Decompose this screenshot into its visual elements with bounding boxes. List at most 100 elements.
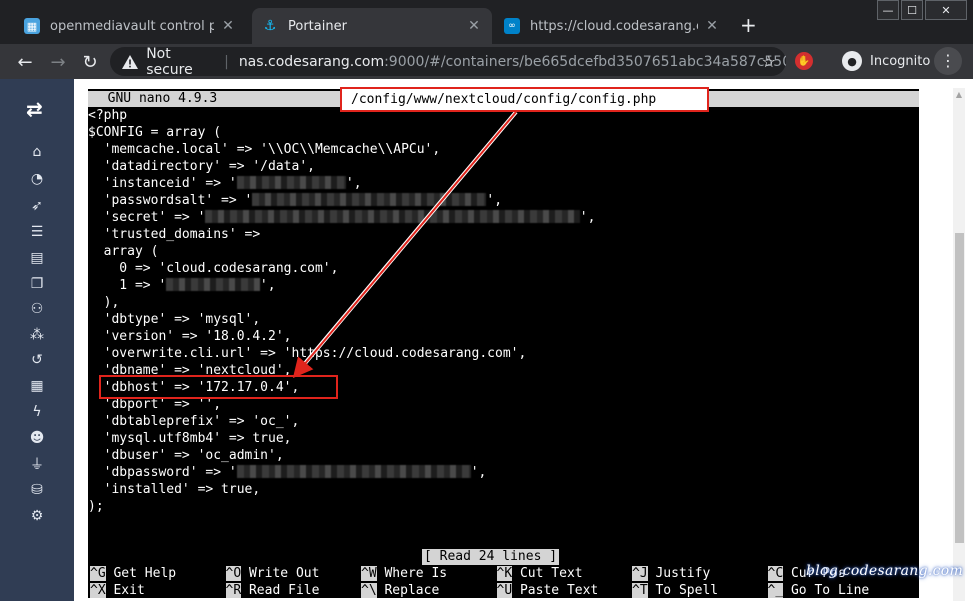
stacks-icon[interactable]: ☰ — [28, 223, 46, 241]
code-text: ', — [579, 210, 596, 225]
shortcut-item: ^U Paste Text — [496, 582, 599, 599]
code-text: ), — [88, 295, 120, 310]
nextcloud-icon: ∞ — [504, 18, 520, 34]
new-tab-button[interactable]: + — [740, 14, 757, 36]
separator: | — [224, 53, 229, 70]
status-message: [ Read 24 lines ] — [422, 549, 560, 565]
redacted-value — [166, 278, 260, 291]
dashboard-icon[interactable]: ◔ — [28, 170, 46, 188]
shortcut-key: ^G — [90, 566, 106, 581]
home-icon[interactable]: ⌂ — [28, 143, 46, 161]
file-contents[interactable]: <?php $CONFIG = array ( 'memcache.local' … — [88, 107, 919, 515]
code-text: 'memcache.local' => '\\OC\\Memcache\\APC… — [88, 142, 441, 157]
extensions-icon[interactable]: ϟ — [28, 403, 46, 421]
containers-icon[interactable]: ▤ — [28, 249, 46, 267]
redacted-value — [236, 176, 346, 189]
page-scrollbar[interactable]: ▲ — [953, 88, 965, 601]
registries-icon[interactable]: ⛁ — [28, 481, 46, 499]
shortcut-key: ^W — [361, 566, 377, 581]
url-host: nas.codesarang.com — [238, 53, 385, 70]
shortcut-key: ^K — [496, 566, 513, 581]
shortcut-label: Justify — [647, 566, 711, 581]
shortcut-key: ^_ — [767, 583, 784, 598]
tab-openmediavault[interactable]: ▦ openmediavault control panel - o ✕ — [14, 8, 246, 44]
shortcut-item: ^\ Replace — [361, 582, 439, 599]
code-text: 'mysql.utf8mb4' => true, — [88, 431, 292, 446]
code-line: 'dbpassword' => ' ', — [88, 464, 919, 481]
code-text: 'trusted_domains' => — [88, 227, 261, 242]
scroll-thumb[interactable] — [955, 233, 964, 543]
networks-icon[interactable]: ⚇ — [28, 300, 46, 318]
settings-icon[interactable]: ⚙ — [28, 507, 46, 525]
close-tab-icon[interactable]: ✕ — [704, 18, 720, 34]
shortcut-item: ^X Exit — [90, 582, 145, 599]
tab-portainer[interactable]: ⚓ Portainer ✕ — [252, 8, 492, 44]
code-text: 'passwordsalt' => ' — [88, 193, 253, 208]
host-icon[interactable]: ▦ — [28, 377, 46, 395]
url-path: :9000/#/containers/be665dcefbd3507651abc… — [384, 53, 786, 70]
reload-button[interactable]: ↻ — [77, 49, 103, 75]
code-line: 0 => 'cloud.codesarang.com', — [88, 260, 919, 277]
watermark: blog.codesarang.com — [806, 563, 964, 579]
shortcut-row: ^X Exit ^R Read File ^\ Replace ^U Paste Te… — [88, 582, 919, 599]
endpoints-icon[interactable]: ⏚ — [28, 455, 46, 473]
close-window-button[interactable]: ✕ — [925, 0, 967, 20]
dbhost-highlight-box — [99, 375, 338, 399]
shortcut-label: Paste Text — [512, 583, 599, 598]
scroll-up-icon[interactable]: ▲ — [954, 90, 964, 100]
browser-menu-button[interactable]: ⋮ — [934, 47, 962, 75]
shortcut-label: Write Out — [241, 566, 320, 581]
shortcut-key: ^R — [225, 583, 242, 598]
sidebar-toggle-icon[interactable]: ⇄ — [26, 99, 48, 119]
code-text: 'dbtype' => 'mysql', — [88, 312, 261, 327]
code-text: 'secret' => ' — [88, 210, 206, 225]
code-line: 'trusted_domains' => — [88, 226, 919, 243]
users-icon[interactable]: ☻ — [28, 429, 46, 447]
address-bar[interactable]: Not secure | nas.codesarang.com :9000/#/… — [110, 46, 786, 78]
code-text: 'instanceid' => ' — [88, 176, 237, 191]
code-text: 'dbport' => '', — [88, 397, 222, 412]
bookmark-star-icon[interactable]: ☆ — [762, 52, 776, 71]
images-icon[interactable]: ❐ — [28, 275, 46, 293]
back-button[interactable]: ← — [12, 49, 38, 75]
security-label[interactable]: Not secure — [146, 46, 214, 78]
tab-nextcloud[interactable]: ∞ https://cloud.codesarang.com ✕ — [494, 8, 730, 44]
shortcut-key: ^X — [90, 583, 106, 598]
extension-icon[interactable]: ✋ — [795, 52, 813, 70]
shortcut-item: ^O Write Out — [225, 565, 320, 582]
code-text: 'installed' => true, — [88, 482, 261, 497]
app-templates-icon[interactable]: ➶ — [28, 197, 46, 215]
incognito-icon: ● — [842, 51, 862, 71]
code-line: 'instanceid' => ' ', — [88, 175, 919, 192]
code-text: ', — [470, 465, 487, 480]
code-text: 'dbpassword' => ' — [88, 465, 237, 480]
tab-title: openmediavault control panel - o — [50, 18, 214, 34]
code-text: ', — [259, 278, 276, 293]
shortcut-label: Go To Line — [783, 583, 870, 598]
close-tab-icon[interactable]: ✕ — [466, 18, 482, 34]
shortcut-item: ^K Cut Text — [496, 565, 583, 582]
close-tab-icon[interactable]: ✕ — [220, 18, 236, 34]
events-icon[interactable]: ↺ — [28, 351, 46, 369]
console-terminal[interactable]: GNU nano 4.9.3 <?php $CONFIG = array ( 'm… — [88, 89, 919, 598]
warning-icon[interactable] — [122, 54, 139, 70]
code-line: 'installed' => true, — [88, 481, 919, 498]
code-line: 'dbtype' => 'mysql', — [88, 311, 919, 328]
shortcut-label: Exit — [105, 583, 145, 598]
minimize-button[interactable]: — — [877, 0, 899, 20]
shortcut-item: ^R Read File — [225, 582, 319, 599]
code-line: array ( — [88, 243, 919, 260]
shortcut-key: ^C — [767, 566, 784, 581]
code-line: 1 => ' ', — [88, 277, 919, 294]
maximize-button[interactable]: ☐ — [901, 0, 923, 20]
volumes-icon[interactable]: ⁂ — [28, 326, 46, 344]
code-text: ); — [88, 499, 104, 514]
code-line: 'datadirectory' => '/data', — [88, 158, 919, 175]
incognito-indicator[interactable]: ● Incognito — [834, 48, 938, 74]
config-path-callout: /config/www/nextcloud/config/config.php — [340, 87, 709, 112]
code-line: 'secret' => ' ', — [88, 209, 919, 226]
forward-button[interactable]: → — [45, 49, 71, 75]
portainer-icon: ⚓ — [263, 18, 277, 34]
code-line: 'dbtableprefix' => 'oc_', — [88, 413, 919, 430]
tab-title: Portainer — [288, 18, 347, 34]
